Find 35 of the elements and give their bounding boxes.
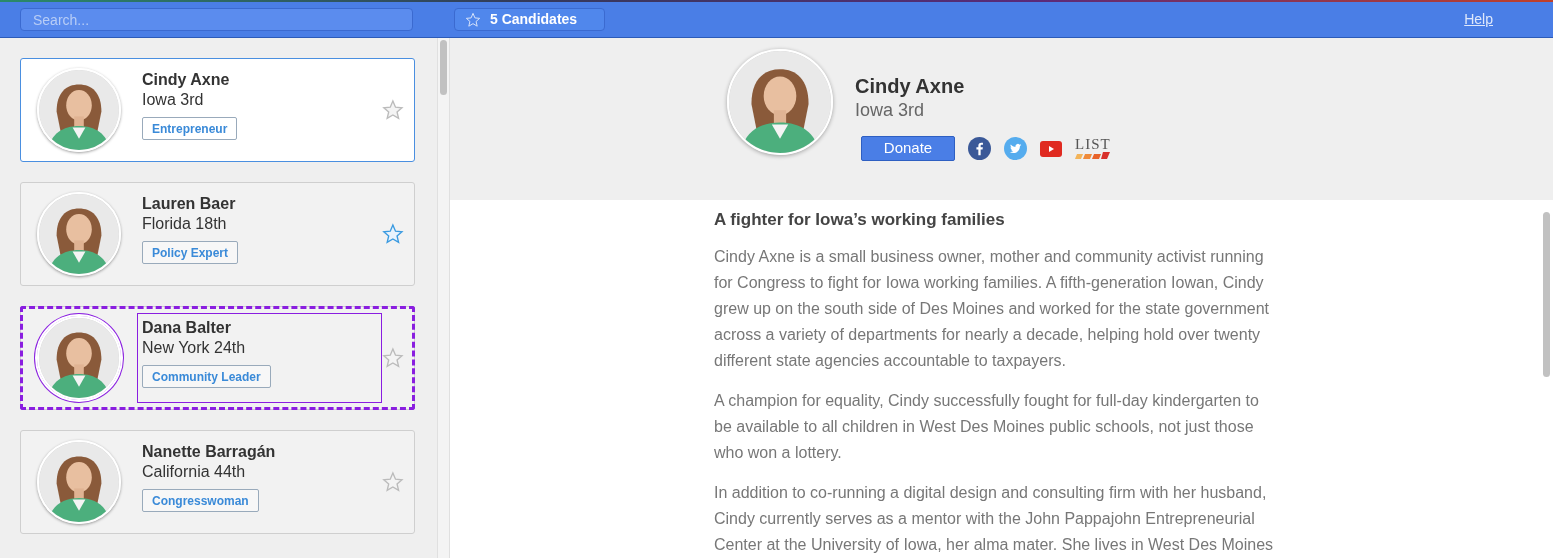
candidate-district: New York 24th — [142, 338, 246, 358]
candidate-name: Cindy Axne — [855, 74, 966, 98]
candidate-district: California 44th — [142, 462, 246, 482]
article-heading: A fighter for Iowa’s working families — [714, 210, 1006, 230]
search-field[interactable]: Search... — [20, 8, 413, 31]
star-icon[interactable] — [382, 99, 404, 121]
scrollbar-thumb[interactable] — [1543, 212, 1550, 377]
twitter-icon[interactable] — [1004, 137, 1027, 160]
candidate-card[interactable]: Cindy Axne Iowa 3rd Entrepreneur — [20, 58, 415, 162]
candidate-card[interactable]: Nanette Barragán California 44th Congresswoman — [20, 430, 415, 534]
candidate-tag: Entrepreneur — [142, 117, 238, 140]
list-logo[interactable]: LIST — [1075, 137, 1111, 160]
article-paragraph: In addition to co-running a digital design and consulting firm with her husband, Cindy currently serves as a mentor with the John Pappajohn Entrepreneurial Center at the University of Iowa, her alma mater. She lives in West Des Moines — [714, 483, 1275, 555]
scrollbar-thumb[interactable] — [440, 40, 447, 95]
candidate-name: Cindy Axne — [142, 70, 230, 90]
star-icon[interactable] — [382, 471, 404, 493]
candidate-card[interactable]: Lauren Baer Florida 18th Policy Expert — [20, 182, 415, 286]
candidate-district: Florida 18th — [142, 214, 227, 234]
star-icon — [465, 11, 481, 28]
facebook-icon[interactable] — [968, 137, 991, 160]
article-paragraph: A champion for equality, Cindy successfully fought for full-day kindergarten to be available to all children in West Des Moines public schools, not just those who won a lottery. — [714, 391, 1260, 463]
candidate-tag: Policy Expert — [142, 241, 239, 264]
donate-button[interactable]: Donate — [861, 136, 955, 161]
candidate-name: Dana Balter — [142, 318, 231, 338]
candidate-district: Iowa 3rd — [855, 99, 926, 122]
star-icon[interactable] — [382, 223, 404, 245]
candidate-tag: Congresswoman — [142, 489, 259, 512]
candidate-name: Nanette Barragán — [142, 442, 276, 462]
star-icon[interactable] — [382, 347, 404, 369]
candidate-district: Iowa 3rd — [142, 90, 204, 110]
candidate-tag: Community Leader — [142, 365, 271, 388]
article-paragraph: Cindy Axne is a small business owner, mother and community activist running for Congress to fight for Iowa working families. A fifth-generation Iowan, Cindy grew up on the south side of Des Moines and worked for the state government across a variety of departments for nearly a decade, helping hold over twenty different state agencies accountable to taxpayers. — [714, 247, 1270, 371]
candidate-card[interactable]: Dana Balter New York 24th Community Leader — [20, 306, 415, 410]
candidate-name: Lauren Baer — [142, 194, 236, 214]
youtube-icon[interactable] — [1040, 140, 1062, 157]
